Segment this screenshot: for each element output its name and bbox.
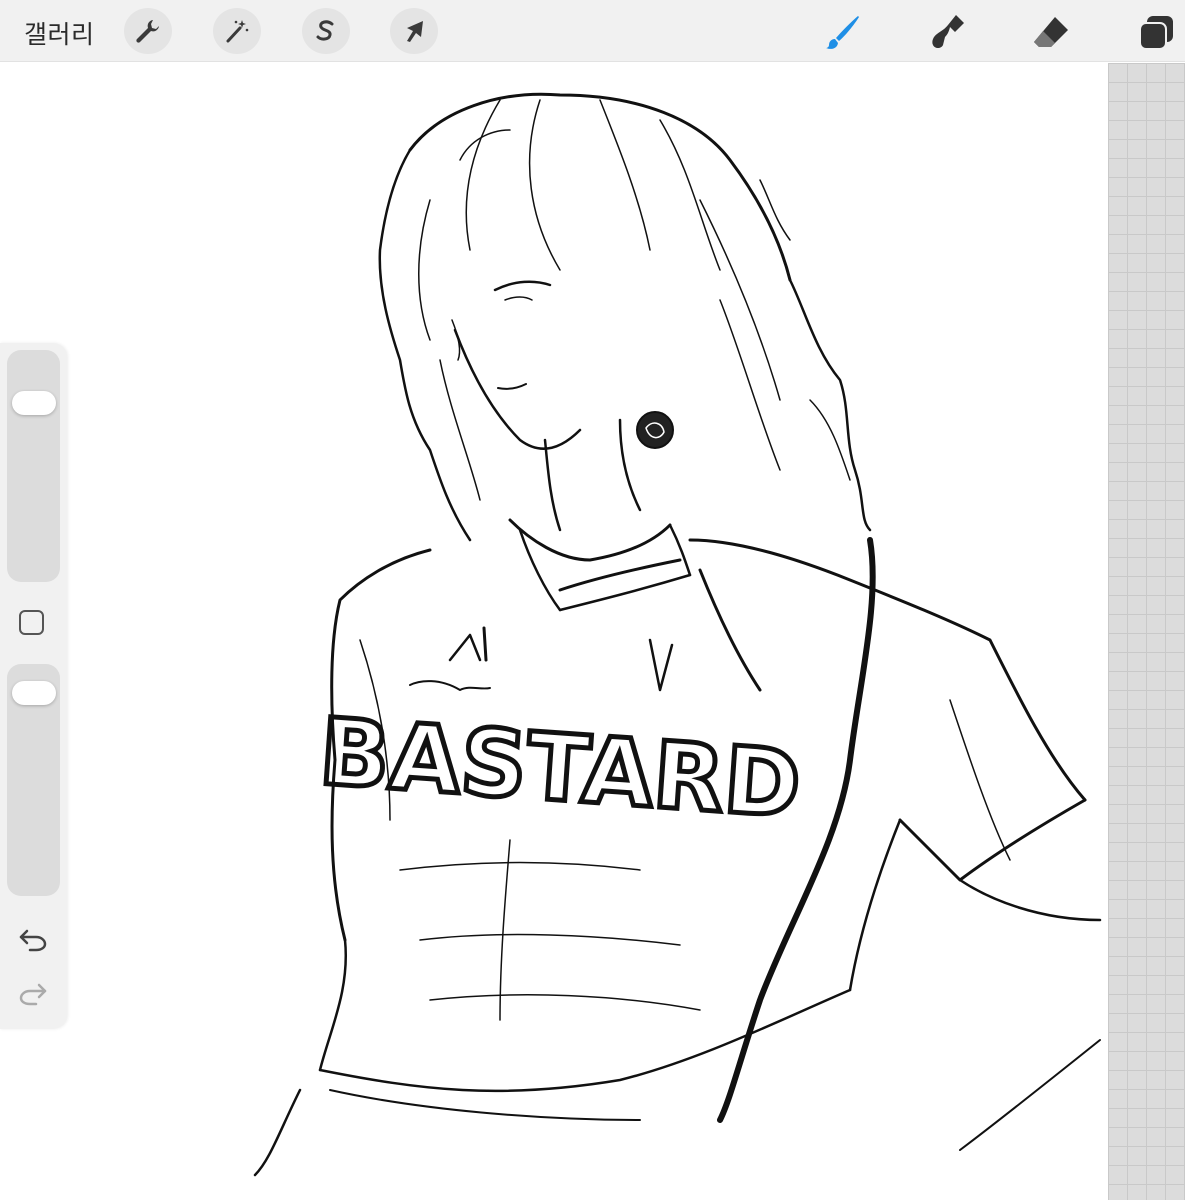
line-art-sketch: BASTARD bbox=[253, 92, 1102, 1177]
brush-opacity-knob[interactable] bbox=[12, 680, 56, 705]
brush-opacity-slider[interactable] bbox=[7, 664, 60, 896]
modify-square-icon[interactable] bbox=[19, 610, 44, 635]
redo-icon bbox=[19, 983, 47, 1006]
undo-button[interactable] bbox=[16, 925, 50, 955]
brush-size-knob[interactable] bbox=[12, 390, 56, 415]
brush-size-slider[interactable] bbox=[7, 350, 60, 582]
brush-sidebar bbox=[0, 343, 67, 1029]
undo-icon bbox=[19, 929, 47, 952]
redo-button[interactable] bbox=[16, 979, 50, 1009]
